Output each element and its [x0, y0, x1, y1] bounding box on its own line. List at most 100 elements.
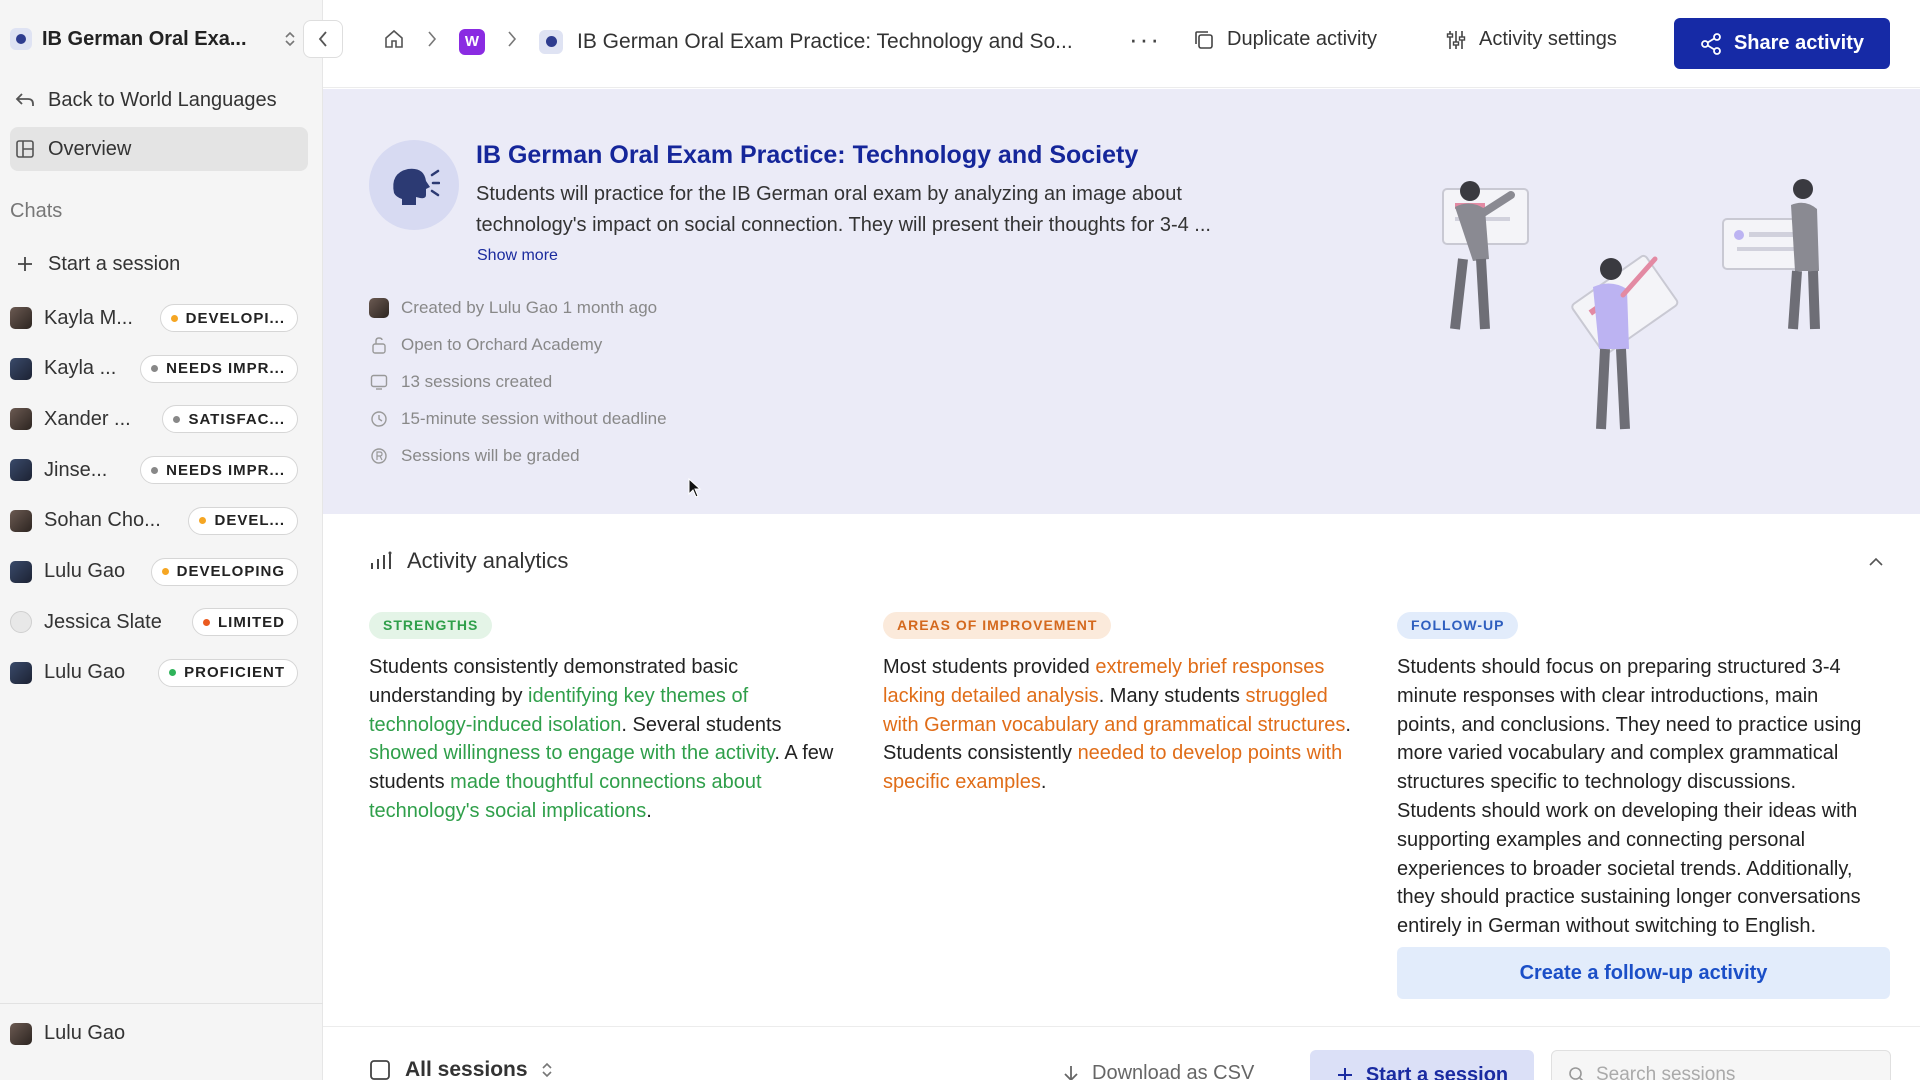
start-session-link[interactable]: Start a session — [10, 242, 308, 286]
chat-item[interactable]: Sohan Cho... DEVEL... — [10, 501, 298, 541]
activity-description: Students will practice for the IB German… — [476, 183, 1211, 236]
search-sessions-field[interactable] — [1551, 1050, 1891, 1080]
download-icon — [1064, 1065, 1078, 1080]
chat-item[interactable]: Jinse... NEEDS IMPR... — [10, 450, 298, 490]
strengths-column: STRENGTHS Students consistently demonstr… — [369, 612, 849, 826]
status-dot — [151, 466, 159, 474]
meta-sessions: 13 sessions created — [369, 372, 552, 392]
activity-title: IB German Oral Exam Practice: Technology… — [476, 141, 1139, 169]
status-badge: NEEDS IMPR... — [140, 354, 298, 383]
search-icon — [1569, 1067, 1584, 1080]
sidebar-divider — [0, 1003, 323, 1004]
workspace-title: IB German Oral Exa... — [42, 27, 247, 50]
layout-icon — [14, 140, 36, 158]
chat-student-name: Kayla M... — [44, 306, 133, 329]
strengths-tag: STRENGTHS — [369, 612, 493, 639]
breadcrumb-activity-title: IB German Oral Exam Practice: Technology… — [577, 29, 1073, 53]
chat-item[interactable]: Xander ... SATISFAC... — [10, 399, 298, 439]
sessions-header[interactable]: All sessions — [369, 1058, 552, 1080]
avatar — [10, 459, 32, 482]
followup-tag: FOLLOW-UP — [1397, 612, 1519, 639]
meta-sessions-text: 13 sessions created — [401, 372, 553, 391]
status-dot — [173, 415, 181, 423]
search-sessions-input[interactable] — [1596, 1064, 1876, 1080]
strengths-text: Students consistently demonstrated basic… — [369, 656, 834, 822]
plus-icon — [1337, 1068, 1352, 1080]
updown-chevron-icon — [285, 31, 295, 47]
workspace-badge[interactable]: W — [459, 28, 485, 55]
chat-student-name: Jinse... — [44, 458, 108, 481]
status-dot — [199, 517, 207, 525]
breadcrumb: W IB German Oral Exam Practice: Technolo… — [383, 28, 1077, 55]
chevron-right-icon — [507, 30, 517, 53]
settings-label: Activity settings — [1479, 28, 1617, 50]
status-text: DEVEL... — [214, 512, 285, 530]
activity-icon — [539, 29, 563, 54]
status-dot — [169, 669, 177, 677]
breadcrumb-activity[interactable]: IB German Oral Exam Practice: Technology… — [539, 29, 1077, 54]
status-text: NEEDS IMPR... — [166, 461, 285, 479]
show-more-link[interactable]: Show more — [477, 247, 558, 265]
meta-grading-text: Sessions will be graded — [401, 446, 580, 465]
status-badge: DEVELOPING — [150, 557, 298, 586]
copy-icon — [1195, 30, 1213, 49]
duplicate-label: Duplicate activity — [1227, 28, 1378, 50]
return-arrow-icon — [14, 91, 36, 109]
status-dot — [161, 568, 169, 575]
sidebar-item-overview[interactable]: Overview — [10, 127, 308, 171]
sessions-title: All sessions — [405, 1058, 528, 1080]
improvement-column: AREAS OF IMPROVEMENT Most students provi… — [883, 612, 1363, 797]
checkbox-icon[interactable] — [369, 1059, 391, 1080]
download-csv-button[interactable]: Download as CSV — [1062, 1062, 1254, 1080]
chat-item[interactable]: Lulu Gao PROFICIENT — [10, 653, 298, 693]
chat-item[interactable]: Kayla ... NEEDS IMPR... — [10, 349, 298, 389]
back-to-world-languages[interactable]: Back to World Languages — [10, 78, 308, 122]
duplicate-activity-button[interactable]: Duplicate activity — [1193, 28, 1377, 51]
status-badge: LIMITED — [192, 608, 298, 637]
workspace-switcher[interactable]: IB German Oral Exa... — [10, 22, 295, 56]
avatar — [10, 661, 32, 684]
start-session-button[interactable]: Start a session — [1310, 1050, 1534, 1080]
meta-duration-text: 15-minute session without deadline — [401, 409, 667, 428]
collapse-sidebar-button[interactable] — [303, 20, 343, 58]
chat-student-name: Xander ... — [44, 407, 131, 430]
clock-icon — [369, 410, 389, 428]
sessions-divider — [323, 1026, 1920, 1027]
updown-chevron-icon — [541, 1062, 552, 1078]
meta-grading: Sessions will be graded — [369, 446, 580, 466]
collaboration-illustration-icon — [1442, 179, 1820, 430]
chat-item[interactable]: Kayla M... DEVELOPI... — [10, 298, 298, 338]
status-text: DEVELOPING — [176, 563, 285, 580]
activity-settings-button[interactable]: Activity settings — [1445, 28, 1617, 51]
avatar — [369, 298, 389, 318]
chevron-up-icon — [1869, 557, 1883, 566]
followup-text: Students should focus on preparing struc… — [1397, 656, 1862, 938]
collapse-analytics-button[interactable] — [1868, 554, 1884, 572]
avatar — [10, 560, 32, 583]
activity-overview: IB German Oral Exam Practice: Technology… — [323, 89, 1920, 514]
chats-heading: Chats — [10, 200, 63, 222]
status-text: NEEDS IMPR... — [166, 360, 285, 378]
improvement-tag: AREAS OF IMPROVEMENT — [883, 612, 1112, 639]
analytics-title: Activity analytics — [407, 548, 569, 573]
more-options-button[interactable]: ··· — [1129, 24, 1161, 55]
avatar — [10, 357, 32, 380]
top-bar: W IB German Oral Exam Practice: Technolo… — [323, 0, 1920, 88]
status-dot — [203, 618, 210, 626]
monitor-icon — [369, 374, 389, 390]
home-icon[interactable] — [383, 28, 405, 55]
share-activity-button[interactable]: Share activity — [1674, 18, 1890, 69]
status-badge: DEVEL... — [188, 506, 298, 535]
chat-item[interactable]: Lulu Gao DEVELOPING — [10, 552, 298, 592]
create-followup-button[interactable]: Create a follow-up activity — [1397, 947, 1890, 999]
chat-item[interactable]: Jessica Slate LIMITED — [10, 602, 298, 642]
sidebar: IB German Oral Exa... Back to World Lang… — [0, 0, 323, 1080]
current-user[interactable]: Lulu Gao — [10, 1022, 125, 1045]
status-text: PROFICIENT — [184, 664, 285, 682]
meta-duration: 15-minute session without deadline — [369, 409, 667, 429]
avatar — [10, 408, 32, 431]
meta-created-text: Created by Lulu Gao 1 month ago — [401, 298, 658, 317]
grade-icon — [369, 447, 389, 465]
improvement-text: Most students provided extremely brief r… — [883, 656, 1351, 794]
chat-student-name: Lulu Gao — [44, 661, 126, 684]
